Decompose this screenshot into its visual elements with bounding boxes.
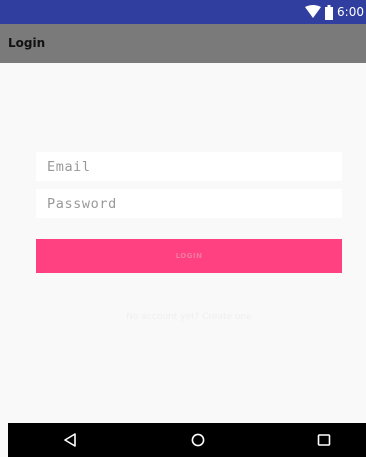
app-bar: Login [0,24,366,63]
back-icon [64,433,76,447]
password-field[interactable] [36,189,342,218]
home-icon [191,433,205,447]
back-button[interactable] [55,428,85,452]
email-field[interactable] [36,152,342,181]
signup-link[interactable]: No account yet? Create one [36,312,342,322]
wifi-icon [305,5,322,18]
login-button[interactable]: LOGIN [36,239,342,273]
recents-icon [317,434,331,446]
home-button[interactable] [183,428,213,452]
recents-button[interactable] [309,428,339,452]
battery-icon [325,4,334,20]
status-icons: 6:00 [305,3,364,21]
page-title: Login [8,36,46,50]
navigation-bar [8,423,366,457]
login-screen: 6:00 Login LOGIN No account yet? Create … [0,0,366,457]
status-bar: 6:00 [0,0,366,24]
status-time: 6:00 [337,5,364,19]
